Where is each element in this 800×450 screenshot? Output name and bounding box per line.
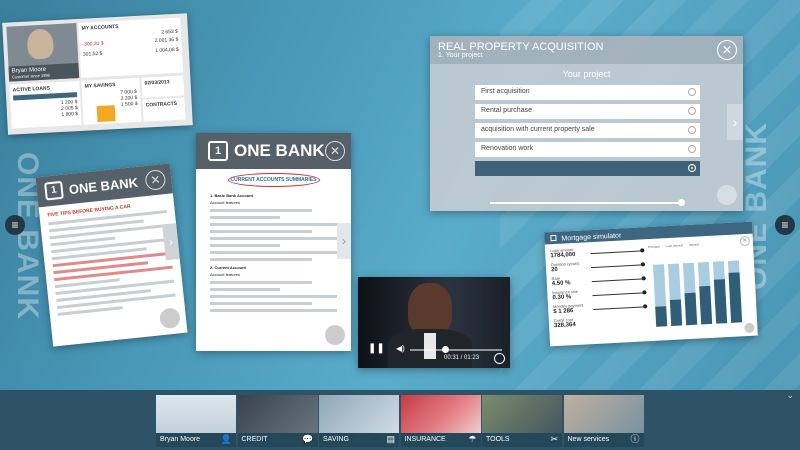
document-text-lines [210, 281, 337, 312]
next-page-arrow-icon[interactable]: › [162, 223, 180, 261]
nav-tile[interactable]: SAVING ▤ [319, 395, 399, 447]
document-text-lines [48, 209, 176, 316]
progress-slider[interactable] [490, 202, 682, 204]
newspaper-icon: ▤ [386, 434, 395, 444]
nav-tile[interactable]: New services ⓘ [563, 395, 644, 447]
section-heading: 2. Current Account [210, 265, 246, 270]
bottom-navigation-bar: Bryan Moore 👤 CREDIT 💬 SAVING ▤ INSURANCE ☂ TOOL… [0, 390, 800, 450]
chart-bar [653, 264, 668, 327]
avatar [26, 28, 55, 60]
profile-photo: Bryan Moore Customer since 1998 [6, 23, 80, 82]
radio-icon[interactable] [688, 164, 696, 172]
contracts-title: CONTRACTS [145, 100, 178, 109]
account-dashboard-card[interactable]: Bryan Moore Customer since 1998 MY ACCOU… [2, 13, 193, 135]
wizard-step: 1. Your project [438, 52, 483, 59]
your-project-heading: Your project [562, 69, 611, 79]
chart-icon [550, 234, 557, 242]
chart-bar [682, 262, 698, 326]
umbrella-icon: ☂ [468, 434, 477, 444]
resize-handle[interactable] [717, 185, 737, 205]
pause-icon[interactable]: ❚❚ [368, 343, 385, 354]
account-value: 2 001 36 $ [154, 36, 179, 44]
date-text: 02/03/2013 [144, 79, 170, 87]
radio-icon[interactable] [688, 145, 696, 153]
nav-tile[interactable]: INSURANCE ☂ [400, 395, 481, 447]
nav-tile[interactable]: Bryan Moore 👤 [156, 395, 236, 447]
chevron-down-icon[interactable]: ⌄ [786, 390, 794, 401]
presenter-shirt [424, 333, 436, 359]
radio-icon[interactable] [688, 88, 696, 96]
close-icon[interactable]: ✕ [717, 40, 737, 60]
brand-name: ONE BANK [68, 174, 139, 197]
radio-icon[interactable] [688, 107, 696, 115]
next-page-arrow-icon[interactable]: › [337, 223, 351, 259]
document-title: CURRENT ACCOUNTS SUMMARIES [210, 173, 337, 187]
chart-bar [727, 260, 743, 323]
property-acquisition-wizard[interactable]: REAL PROPERTY ACQUISITION 1. Your projec… [430, 36, 743, 211]
contracts-panel[interactable]: CONTRACTS [142, 97, 186, 122]
section-subheading: Account features [210, 200, 241, 205]
mortgage-simulator[interactable]: Mortgage simulator ✕ Loan amount 1784,000… [544, 221, 758, 347]
account-value: 301,52 $ [82, 50, 103, 58]
account-value: -300,30 $ [82, 40, 104, 48]
nav-tile[interactable]: CREDIT 💬 [237, 395, 318, 447]
presenter-face [408, 283, 452, 335]
legend-label: Interest [688, 242, 699, 247]
video-player[interactable]: ❚❚ ◀) 00:31 / 01:23 [358, 277, 510, 368]
nav-tile[interactable]: TOOLS ✂ [482, 395, 562, 447]
video-seek-handle[interactable] [442, 346, 449, 353]
video-time: 00:31 / 01:23 [444, 355, 480, 361]
chat-icon: 💬 [302, 434, 314, 444]
legend-label: Principal [647, 244, 660, 250]
fullscreen-icon[interactable] [494, 353, 505, 364]
chart-bar [712, 261, 728, 324]
section-heading: 1. Basic Bank Account [210, 193, 253, 198]
person-icon: 👤 [220, 434, 232, 444]
mortgage-fields: Loan amount 1784,000 Duration (years) 20 Rat… [550, 243, 650, 332]
brand-name: ONE BANK [234, 141, 325, 160]
progress-slider-handle[interactable] [678, 199, 685, 206]
chart-bar [667, 263, 683, 326]
legend-label: Loan interest [665, 243, 683, 249]
tools-icon: ✂ [550, 434, 558, 444]
right-menu-button[interactable]: ≡ [775, 215, 795, 235]
left-menu-button[interactable]: ≡ [5, 215, 25, 235]
project-option-selected[interactable] [475, 161, 700, 176]
my-savings-panel[interactable]: MY SAVINGS 7 000 $ 3 200 $ 1 500 $ [81, 77, 142, 125]
current-accounts-document[interactable]: 1 ONE BANK ✕ CURRENT ACCOUNTS SUMMARIES … [196, 133, 351, 351]
close-icon[interactable]: ✕ [739, 235, 751, 247]
one-bank-logo-icon: 1 [44, 180, 64, 201]
red-circle-annotation [228, 173, 320, 187]
document-text-lines [210, 209, 337, 261]
mortgage-chart: Principal Loan interest Interest [648, 242, 748, 327]
volume-icon[interactable]: ◀) [396, 344, 405, 353]
project-option[interactable]: acquisition with current property sale [475, 123, 700, 138]
resize-handle[interactable] [744, 322, 755, 334]
date-panel: 02/03/2013 [141, 75, 185, 98]
one-bank-logo-icon: 1 [208, 141, 228, 161]
next-arrow-icon[interactable]: › [727, 104, 743, 140]
active-loans-panel[interactable]: ACTIVE LOANS 1 200 $ 2 005 $ 1 800 $ [9, 80, 82, 129]
video-seek-bar[interactable] [410, 349, 502, 351]
project-option[interactable]: Renovation work [475, 142, 700, 157]
project-option[interactable]: Rental purchase [475, 104, 700, 119]
info-icon: ⓘ [630, 434, 640, 444]
project-option[interactable]: First acquisition [475, 85, 700, 100]
chart-bar [697, 261, 713, 325]
close-icon[interactable]: ✕ [325, 141, 345, 161]
my-accounts-panel[interactable]: MY ACCOUNTS 2 653 $ -300,30 $ 2 001 36 $… [78, 17, 184, 78]
section-subheading: Account features [210, 272, 241, 277]
account-value: 1 004,08 $ [155, 46, 179, 54]
car-tips-document[interactable]: 1 ONE BANK ✕ FIVE TIPS BEFORE BUYING A C… [35, 163, 188, 347]
sticky-note [96, 105, 116, 123]
radio-icon[interactable] [688, 126, 696, 134]
mortgage-title: Mortgage simulator [561, 232, 622, 243]
resize-handle[interactable] [325, 325, 345, 345]
